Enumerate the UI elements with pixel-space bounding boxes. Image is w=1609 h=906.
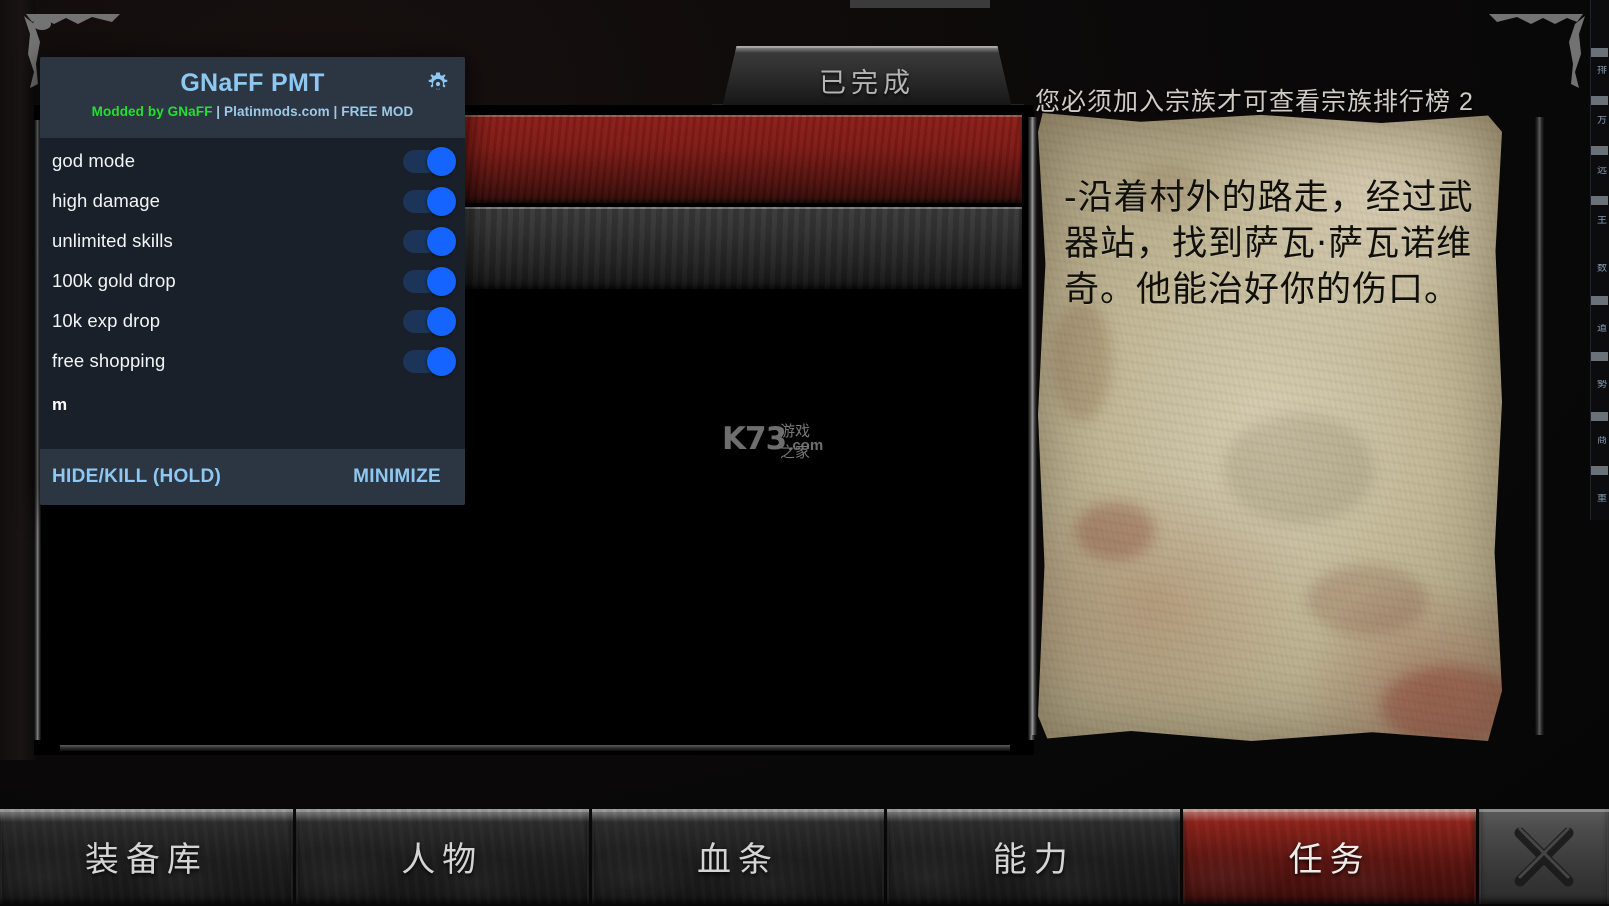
mod-row-exp-drop[interactable]: 10k exp drop [40, 301, 465, 341]
mod-row-label: free shopping [52, 350, 166, 371]
mod-row-free-shopping[interactable]: free shopping [40, 341, 465, 381]
completed-tab-label: 已完成 [819, 67, 915, 98]
mod-row-unlimited-skills[interactable]: unlimited skills [40, 221, 465, 261]
top-edge-sliver [850, 0, 990, 8]
mod-row-label: 10k exp drop [52, 310, 161, 331]
nav-tab-equipment[interactable]: 装备库 [0, 809, 293, 904]
nav-tab-character[interactable]: 人物 [295, 809, 589, 904]
mod-menu-footer: HIDE/KILL (HOLD) MINIMIZE [40, 449, 465, 505]
mod-menu-credit: Modded by GNaFF | Platinmods.com | FREE … [40, 98, 465, 129]
toggle-gold-drop[interactable] [403, 266, 456, 296]
mod-row-gold-drop[interactable]: 100k gold drop [40, 261, 465, 301]
mod-toggle-list: god mode high damage unlimited skills 10… [40, 138, 465, 449]
toggle-unlimited-skills[interactable] [403, 226, 456, 256]
nav-tab-health[interactable]: 血条 [591, 809, 885, 904]
mod-row-label: high damage [52, 190, 161, 211]
mod-menu-header: GNaFF PMT Modded by GNaFF | Platinmods.c… [40, 57, 465, 138]
toggle-god-mode[interactable] [403, 146, 456, 176]
gear-icon[interactable] [425, 71, 451, 97]
left-edge-sliver [0, 0, 36, 760]
mod-credit-site: | Platinmods.com | FREE MOD [212, 104, 414, 119]
nav-tab-label: 血条 [696, 840, 779, 880]
right-edge-panel-sliver: 排 方 远 主 数 道 勢 商 重 [1590, 0, 1609, 520]
nav-tab-abilities[interactable]: 能力 [887, 809, 1181, 904]
quest-description-text: -沿着村外的路走，经过武器站，找到萨瓦·萨瓦诺维奇。他能治好你的伤口。 [1064, 178, 1474, 311]
completed-tab[interactable]: 已完成 [722, 46, 1012, 108]
mod-credit-author: Modded by GNaFF [91, 104, 213, 119]
mod-menu-title: GNaFF PMT [180, 69, 325, 97]
mod-menu-note: m [52, 395, 68, 414]
minimize-button[interactable]: MINIMIZE [353, 466, 441, 488]
mod-menu-panel: GNaFF PMT Modded by GNaFF | Platinmods.c… [40, 57, 465, 505]
mod-row-label: god mode [52, 150, 136, 171]
frame-rail-bottom [60, 745, 1010, 751]
parchment-rail-left [1028, 117, 1037, 735]
quest-parchment-card: -沿着村外的路走，经过武器站，找到萨瓦·萨瓦诺维奇。他能治好你的伤口。 [1028, 113, 1544, 741]
mod-row-high-damage[interactable]: high damage [40, 181, 465, 221]
toggle-high-damage[interactable] [403, 186, 456, 216]
mod-row-label: unlimited skills [52, 230, 173, 251]
nav-tab-label: 装备库 [84, 840, 208, 880]
hide-kill-button[interactable]: HIDE/KILL (HOLD) [52, 466, 221, 488]
nav-tab-label: 人物 [401, 840, 484, 880]
mod-row-god-mode[interactable]: god mode [40, 141, 465, 181]
nav-tab-quests[interactable]: 任务 [1183, 809, 1476, 904]
bottom-navigation-bar: 装备库 人物 血条 能力 任务 [0, 806, 1609, 906]
parchment-rail-right [1535, 117, 1544, 735]
mod-row-label: 100k gold drop [52, 270, 176, 291]
toggle-free-shopping[interactable] [403, 346, 456, 376]
nav-tab-label: 能力 [992, 840, 1075, 880]
toggle-exp-drop[interactable] [403, 306, 456, 336]
close-button[interactable] [1478, 809, 1609, 904]
nav-tab-label: 任务 [1288, 840, 1371, 880]
x-icon [1514, 827, 1574, 886]
